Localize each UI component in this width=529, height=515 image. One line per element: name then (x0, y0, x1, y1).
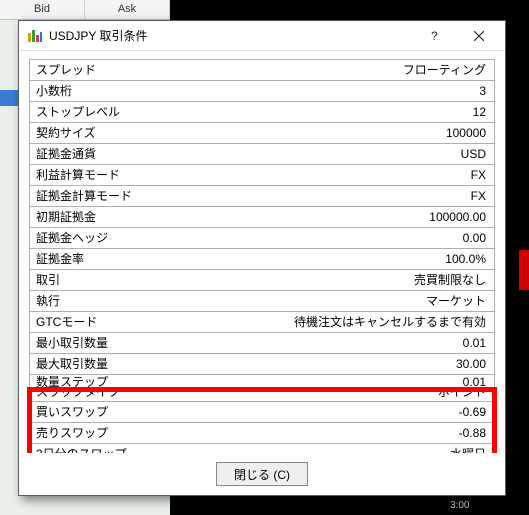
table-row: 執行マーケット (30, 291, 494, 312)
svg-text:?: ? (431, 30, 438, 42)
table-row: 買いスワップ-0.69 (30, 402, 494, 423)
row-value: FX (262, 186, 494, 206)
col-ask: Ask (85, 0, 170, 19)
row-value: マーケット (262, 291, 494, 311)
table-row: 最小取引数量0.01 (30, 333, 494, 354)
row-value: フローティング (262, 60, 494, 80)
row-value: ポイント (262, 390, 494, 401)
dialog-title: USDJPY 取引条件 (49, 27, 413, 44)
row-label: GTCモード (30, 312, 262, 332)
table-row: 利益計算モードFX (30, 165, 494, 186)
row-value: 0.00 (262, 228, 494, 248)
row-label: 取引 (30, 270, 262, 290)
row-label: 売りスワップ (30, 423, 262, 443)
table-row: スワップタイプポイント (30, 390, 494, 402)
table-row: ストップレベル12 (30, 102, 494, 123)
row-value: -0.88 (262, 423, 494, 443)
table-row: 証拠金通貨USD (30, 144, 494, 165)
row-label: 執行 (30, 291, 262, 311)
dialog-footer: 閉じる (C) (19, 453, 505, 495)
candlestick (519, 250, 529, 290)
row-value: 100000 (262, 123, 494, 143)
row-label: 数量ステップ (30, 375, 262, 389)
row-value: FX (262, 165, 494, 185)
row-label: ストップレベル (30, 102, 262, 122)
row-label: 証拠金率 (30, 249, 262, 269)
row-label: 証拠金通貨 (30, 144, 262, 164)
table-row: 初期証拠金100000.00 (30, 207, 494, 228)
row-label: 契約サイズ (30, 123, 262, 143)
table-row: 証拠金率100.0% (30, 249, 494, 270)
row-label: 小数桁 (30, 81, 262, 101)
window-close-button[interactable] (457, 22, 501, 50)
row-label: 買いスワップ (30, 402, 262, 422)
row-value: 売買制限なし (262, 270, 494, 290)
row-label: 最大取引数量 (30, 354, 262, 374)
row-label: 利益計算モード (30, 165, 262, 185)
table-row: 数量ステップ0.01 (30, 375, 494, 390)
quotes-header: Bid Ask (0, 0, 170, 20)
specification-table: スプレッドフローティング 小数桁3 ストップレベル12 契約サイズ100000 … (29, 59, 495, 453)
titlebar: USDJPY 取引条件 ? (19, 21, 505, 51)
table-row: 契約サイズ100000 (30, 123, 494, 144)
row-label: 3日分のスワップ (30, 444, 262, 453)
row-label: 初期証拠金 (30, 207, 262, 227)
table-row: 取引売買制限なし (30, 270, 494, 291)
table-row: スプレッドフローティング (30, 60, 494, 81)
help-button[interactable]: ? (413, 22, 457, 50)
table-row: 証拠金ヘッジ0.00 (30, 228, 494, 249)
row-label: スプレッド (30, 60, 262, 80)
row-label: 証拠金計算モード (30, 186, 262, 206)
specification-dialog: USDJPY 取引条件 ? スプレッドフローティング 小数桁3 ストップレベル1… (18, 20, 506, 496)
table-row: 売りスワップ-0.88 (30, 423, 494, 444)
app-icon (27, 28, 43, 44)
table-row: 証拠金計算モードFX (30, 186, 494, 207)
row-value: 水曜日 (262, 444, 494, 453)
row-value: 待機注文はキャンセルするまで有効 (262, 312, 494, 332)
table-row: 3日分のスワップ水曜日 (30, 444, 494, 453)
selected-row-indicator (0, 90, 18, 106)
row-value: 30.00 (262, 354, 494, 374)
row-label: 最小取引数量 (30, 333, 262, 353)
row-value: 100000.00 (262, 207, 494, 227)
row-value: USD (262, 144, 494, 164)
row-value: 100.0% (262, 249, 494, 269)
row-value: -0.69 (262, 402, 494, 422)
row-label: スワップタイプ (30, 390, 262, 401)
dialog-content: スプレッドフローティング 小数桁3 ストップレベル12 契約サイズ100000 … (19, 51, 505, 453)
row-value: 0.01 (262, 375, 494, 389)
row-value: 12 (262, 102, 494, 122)
table-row: GTCモード待機注文はキャンセルするまで有効 (30, 312, 494, 333)
close-button[interactable]: 閉じる (C) (216, 462, 308, 486)
col-bid: Bid (0, 0, 85, 19)
row-value: 0.01 (262, 333, 494, 353)
row-label: 証拠金ヘッジ (30, 228, 262, 248)
table-row: 小数桁3 (30, 81, 494, 102)
x-axis-label: 3:00 (450, 500, 469, 511)
table-row: 最大取引数量30.00 (30, 354, 494, 375)
row-value: 3 (262, 81, 494, 101)
